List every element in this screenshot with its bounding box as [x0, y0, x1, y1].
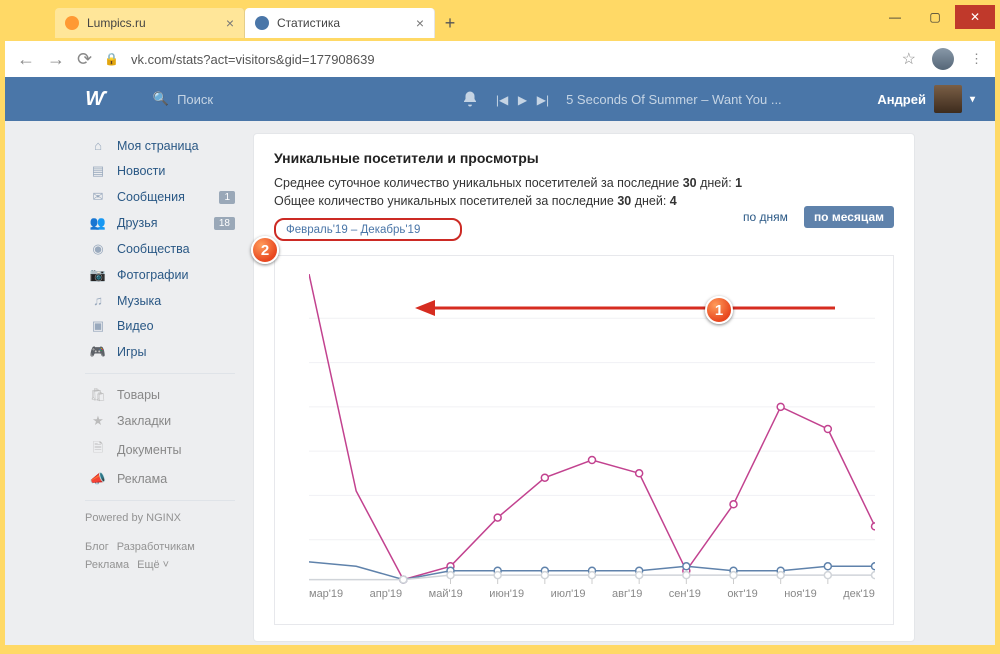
content-panel: Уникальные посетители и просмотры Средне… — [253, 133, 915, 642]
annotation-marker-2: 2 — [251, 236, 279, 264]
bag-icon: 🛍 — [89, 387, 107, 403]
now-playing-text[interactable]: 5 Seconds Of Summer – Want You ... — [566, 92, 782, 107]
search-box[interactable]: 🔍 Поиск — [153, 91, 343, 107]
favicon-lumpics — [65, 16, 79, 30]
powered-by: Powered by NGINX — [85, 509, 235, 528]
home-icon: ⌂ — [89, 138, 107, 153]
groups-icon: ◉ — [89, 241, 107, 257]
sidebar-item-games[interactable]: 🎮Игры — [85, 339, 235, 365]
sidebar-item-docs[interactable]: 🗎Документы — [85, 434, 235, 466]
more-link[interactable]: Ещё ˅ — [137, 559, 169, 571]
divider — [85, 500, 235, 501]
window-controls: — ▢ ✕ — [875, 5, 995, 29]
username: Андрей — [877, 92, 926, 107]
sidebar-item-video[interactable]: ▣Видео — [85, 313, 235, 339]
avg-stat-line: Среднее суточное количество уникальных п… — [274, 176, 894, 190]
game-icon: 🎮 — [89, 344, 107, 360]
play-icon[interactable]: ▶ — [518, 93, 527, 107]
reload-button[interactable]: ⟳ — [77, 49, 92, 70]
user-menu[interactable]: Андрей ▾ — [877, 85, 975, 113]
news-icon: ▤ — [89, 163, 107, 179]
sidebar-item-groups[interactable]: ◉Сообщества — [85, 236, 235, 262]
tab-close-icon[interactable]: × — [416, 15, 424, 31]
blog-link[interactable]: Блог — [85, 541, 109, 553]
tab-title: Lumpics.ru — [87, 16, 146, 30]
profile-avatar-icon[interactable] — [932, 48, 954, 70]
photo-icon: 📷 — [89, 267, 107, 283]
chart-container: 102030405060 мар'19 апр'19 май'19 июн'19 июл… — [274, 255, 894, 625]
vk-logo[interactable]: Ⱳ — [85, 88, 105, 111]
tab-close-icon[interactable]: × — [226, 15, 234, 31]
x-tick-label: авг'19 — [612, 588, 642, 600]
badge: 18 — [214, 217, 235, 230]
url-text[interactable]: vk.com/stats?act=visitors&gid=177908639 — [131, 52, 890, 67]
maximize-button[interactable]: ▢ — [915, 5, 955, 29]
by-month-option[interactable]: по месяцам — [804, 206, 894, 228]
video-icon: ▣ — [89, 318, 107, 334]
sidebar-item-news[interactable]: ▤Новости — [85, 158, 235, 184]
new-tab-button[interactable]: + — [435, 13, 465, 34]
megaphone-icon: 📣 — [89, 471, 107, 487]
dev-link[interactable]: Разработчикам — [117, 541, 195, 553]
back-button[interactable]: ← — [17, 49, 35, 70]
annotation-arrow — [415, 296, 835, 320]
sidebar-item-friends[interactable]: 👥Друзья18 — [85, 210, 235, 236]
search-icon: 🔍 — [153, 91, 169, 107]
user-avatar — [934, 85, 962, 113]
x-tick-label: окт'19 — [727, 588, 757, 600]
ads-link[interactable]: Реклама — [85, 559, 129, 571]
forward-button[interactable]: → — [47, 49, 65, 70]
x-tick-label: апр'19 — [370, 588, 403, 600]
doc-icon: 🗎 — [89, 439, 107, 461]
lock-icon: 🔒 — [104, 52, 119, 66]
block-title: Уникальные посетители и просмотры — [274, 150, 894, 166]
bookmark-icon[interactable]: ☆ — [902, 49, 916, 69]
sidebar-item-market[interactable]: 🛍Товары — [85, 382, 235, 408]
sidebar-footer: Powered by NGINX Блог Разработчикам Рекла… — [85, 509, 235, 575]
x-tick-label: дек'19 — [843, 588, 875, 600]
divider — [85, 373, 235, 374]
music-icon: ♫ — [89, 293, 107, 308]
browser-tab-stats[interactable]: Статистика × — [245, 8, 435, 38]
close-window-button[interactable]: ✕ — [955, 5, 995, 29]
line-chart[interactable]: 102030405060 — [309, 274, 875, 584]
sidebar-item-messages[interactable]: ✉Сообщения1 — [85, 184, 235, 210]
music-player: |◀ ▶ ▶| 5 Seconds Of Summer – Want You .… — [461, 90, 782, 108]
x-tick-label: июн'19 — [489, 588, 524, 600]
next-track-icon[interactable]: ▶| — [537, 93, 549, 107]
period-toggle: по дням по месяцам — [733, 206, 894, 228]
tab-title: Статистика — [277, 16, 340, 30]
browser-tab-lumpics[interactable]: Lumpics.ru × — [55, 8, 245, 38]
sidebar-item-music[interactable]: ♫Музыка — [85, 288, 235, 313]
star-icon: ★ — [89, 413, 107, 429]
sidebar-item-bookmarks[interactable]: ★Закладки — [85, 408, 235, 434]
friends-icon: 👥 — [89, 215, 107, 231]
sidebar: ⌂Моя страница ▤Новости ✉Сообщения1 👥Друз… — [85, 133, 235, 642]
x-tick-label: июл'19 — [551, 588, 586, 600]
chevron-down-icon: ▾ — [970, 94, 975, 105]
menu-icon[interactable]: ⋮ — [970, 51, 983, 67]
x-axis-labels: мар'19 апр'19 май'19 июн'19 июл'19 авг'19 сен'… — [309, 584, 875, 600]
favicon-vk — [255, 16, 269, 30]
prev-track-icon[interactable]: |◀ — [496, 93, 508, 107]
x-tick-label: мар'19 — [309, 588, 343, 600]
vk-header: Ⱳ 🔍 Поиск |◀ ▶ ▶| 5 Seconds Of Summer – … — [5, 77, 995, 121]
sidebar-item-ads[interactable]: 📣Реклама — [85, 466, 235, 492]
address-bar: ← → ⟳ 🔒 vk.com/stats?act=visitors&gid=17… — [5, 41, 995, 77]
date-range-pill[interactable]: Февраль'19 – Декабрь'19 — [274, 218, 462, 241]
browser-tabstrip: Lumpics.ru × Статистика × + — [5, 5, 995, 41]
search-placeholder: Поиск — [177, 92, 213, 107]
badge: 1 — [219, 191, 235, 204]
x-tick-label: май'19 — [429, 588, 463, 600]
sidebar-item-photos[interactable]: 📷Фотографии — [85, 262, 235, 288]
x-tick-label: сен'19 — [669, 588, 701, 600]
annotation-marker-1: 1 — [705, 296, 733, 324]
x-tick-label: ноя'19 — [784, 588, 816, 600]
sidebar-item-my-page[interactable]: ⌂Моя страница — [85, 133, 235, 158]
by-day-option[interactable]: по дням — [733, 206, 798, 228]
bell-icon[interactable] — [461, 90, 479, 108]
minimize-button[interactable]: — — [875, 5, 915, 29]
message-icon: ✉ — [89, 189, 107, 205]
